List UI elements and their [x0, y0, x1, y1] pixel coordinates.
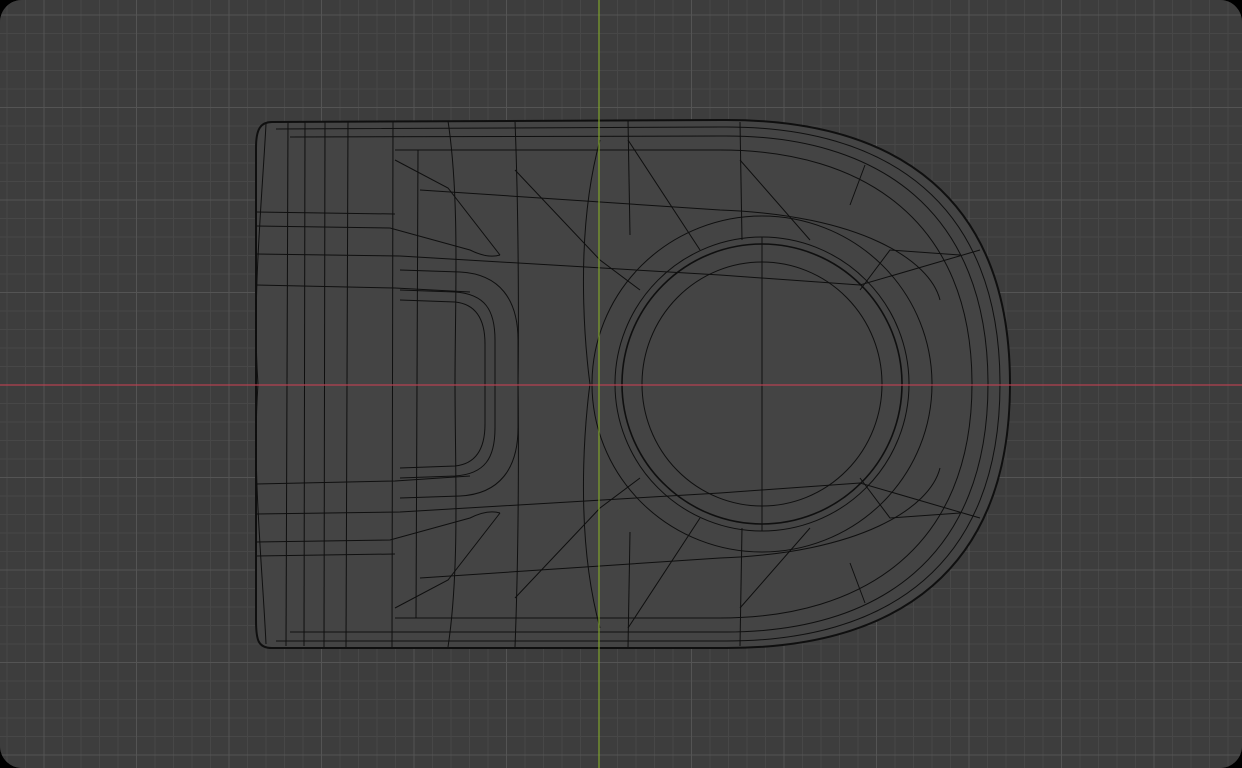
mesh-object[interactable] [255, 118, 1012, 650]
mesh-silhouette [255, 118, 1012, 650]
3d-viewport[interactable] [0, 0, 1242, 768]
viewport-canvas[interactable] [0, 0, 1242, 768]
